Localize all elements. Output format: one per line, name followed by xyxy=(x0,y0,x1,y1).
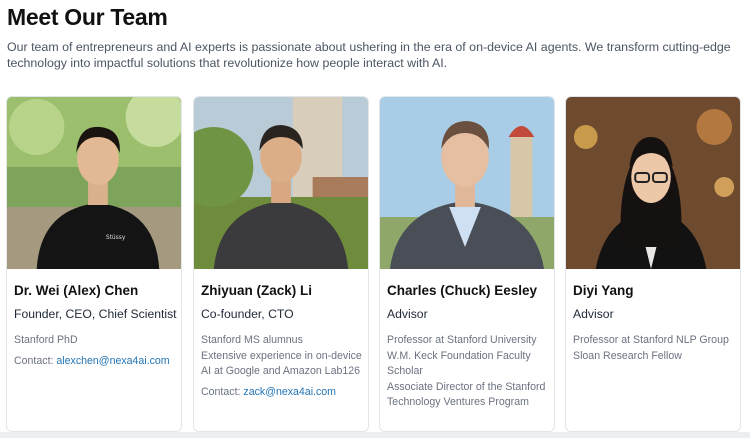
detail-line: AI at Google and Amazon Lab126 xyxy=(201,365,361,377)
member-photo: Stüssy xyxy=(7,97,181,269)
detail-line: Extensive experience in on-device xyxy=(201,349,362,362)
detail-line: W.M. Keck Foundation Faculty xyxy=(387,349,531,362)
member-role: Advisor xyxy=(573,307,614,321)
detail-line: Stanford PhD xyxy=(14,334,78,346)
svg-text:Stüssy: Stüssy xyxy=(106,234,126,241)
team-card: Zhiyuan (Zack) Li Co-founder, CTO Stanfo… xyxy=(193,96,369,432)
team-card: Diyi Yang Advisor Professor at Stanford … xyxy=(565,96,741,432)
member-role: Advisor xyxy=(387,307,428,321)
page-bottom-divider xyxy=(0,432,750,438)
contact-line: Contact: zack@nexa4ai.com xyxy=(201,385,366,401)
member-details: Stanford PhD Contact: alexchen@nexa4ai.c… xyxy=(14,333,179,369)
member-details: Professor at Stanford NLP Group Sloan Re… xyxy=(573,333,738,364)
detail-line: Sloan Research Fellow xyxy=(573,349,682,362)
detail-line: Professor at Stanford University xyxy=(387,334,537,346)
team-card: Stüssy Dr. Wei (Alex) Chen Founder, CEO,… xyxy=(6,96,182,432)
contact-line: Contact: alexchen@nexa4ai.com xyxy=(14,354,179,370)
team-intro: Our team of entrepreneurs and AI experts… xyxy=(7,40,731,70)
email-link[interactable]: zack@nexa4ai.com xyxy=(243,386,336,398)
detail-line: Associate Director of the Stanford xyxy=(387,380,546,393)
member-photo xyxy=(194,97,368,269)
member-role: Founder, CEO, Chief Scientist xyxy=(14,307,177,321)
team-card: Charles (Chuck) Eesley Advisor Professor… xyxy=(379,96,555,432)
member-photo xyxy=(566,97,740,269)
detail-line: Professor at Stanford NLP Group xyxy=(573,334,729,346)
member-name: Diyi Yang xyxy=(573,283,634,298)
member-role: Co-founder, CTO xyxy=(201,307,294,321)
member-photo xyxy=(380,97,554,269)
page-title: Meet Our Team xyxy=(7,4,168,30)
detail-line: Stanford MS alumnus xyxy=(201,334,303,346)
member-name: Charles (Chuck) Eesley xyxy=(387,283,538,298)
member-details: Professor at Stanford University W.M. Ke… xyxy=(387,333,552,411)
contact-label: Contact: xyxy=(14,354,54,367)
member-name: Dr. Wei (Alex) Chen xyxy=(14,283,139,298)
detail-line: Scholar xyxy=(387,365,423,377)
email-link[interactable]: alexchen@nexa4ai.com xyxy=(56,355,169,367)
detail-line: Technology Ventures Program xyxy=(387,396,529,408)
member-details: Stanford MS alumnus Extensive experience… xyxy=(201,333,366,400)
member-name: Zhiyuan (Zack) Li xyxy=(201,283,313,298)
contact-label: Contact: xyxy=(201,385,241,398)
